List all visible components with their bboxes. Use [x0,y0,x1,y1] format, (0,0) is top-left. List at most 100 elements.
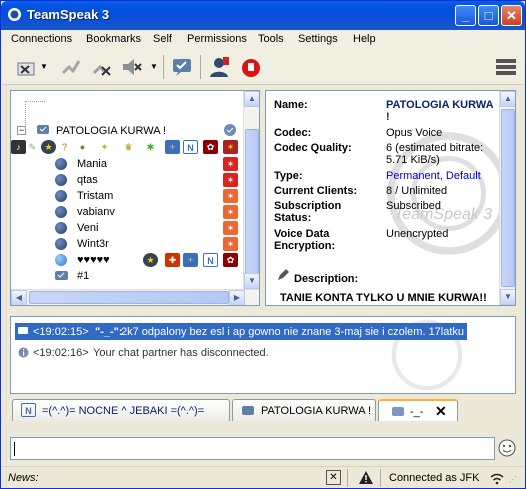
away-status-icon[interactable] [207,55,231,79]
scroll-up-icon[interactable]: ▲ [500,91,515,107]
client-row[interactable]: Veni ✶ [11,220,245,236]
client-rank-icon: ✚ [165,253,180,267]
menu-help[interactable]: Help [353,33,376,45]
tab-label: -_- [410,406,424,418]
client-row[interactable]: vabianv ✶ [11,204,245,220]
chat-message: <19:02:16> Your chat partner has disconn… [15,344,495,361]
channel-name[interactable]: PATOLOGIA KURWA ! [56,125,166,137]
menu-bar: Connections Bookmarks Self Permissions T… [2,30,524,49]
microphone-muted-icon[interactable] [239,55,263,79]
encryption-label: Voice Data Encryption: [274,228,336,252]
subscription-value: Subscribed [386,200,442,212]
description-text: TANIE KONTA TYLKO U MNIE KURWA!! [280,292,487,304]
codec-quality-label: Codec Quality: [274,142,352,154]
news-label: News: [8,472,39,484]
rank-icon: ● [79,142,86,152]
channel-chat-icon [242,406,254,415]
chat-input[interactable] [10,437,495,460]
client-status-icon [55,174,67,186]
rank-n-icon: N [183,140,198,154]
menu-connections[interactable]: Connections [11,33,72,45]
close-news-icon[interactable]: ✕ [326,470,341,485]
info-vertical-scrollbar[interactable]: ▲ ▼ [499,91,515,305]
tab-private-chat[interactable]: -_- ✕ [378,399,458,421]
client-status-icon [55,238,67,250]
teamspeak-logo-icon [8,8,21,21]
flag-sweden-icon: + [183,253,198,267]
menu-permissions[interactable]: Permissions [187,33,247,45]
chat-tabs: N =(^.^)= NOCNE ^ JEBAKI =(^.^)= PATOLOG… [10,397,516,423]
message-timestamp: <19:02:15> [33,326,89,338]
mute-dropdown-icon[interactable]: ▼ [150,62,158,71]
channel-default-icon [224,124,236,136]
client-row[interactable]: qtas ✶ [11,172,245,188]
edit-pen-icon [278,269,289,280]
channel-name-value: PATOLOGIA KURWA ! [386,99,494,123]
client-status-icon [55,158,67,170]
tab-server[interactable]: N =(^.^)= NOCNE ^ JEBAKI =(^.^)= [12,399,230,421]
emoticon-icon[interactable] [498,439,516,457]
client-row[interactable]: Tristam ✶ [11,188,245,204]
scroll-thumb[interactable] [29,291,229,304]
menu-bookmarks[interactable]: Bookmarks [86,33,141,45]
client-row[interactable]: #1 [11,268,245,284]
client-talking-icon [55,254,67,266]
current-clients-value: 8 / Unlimited [386,185,448,197]
tree-horizontal-scrollbar[interactable]: ◀ ▶ [11,289,259,305]
scroll-thumb[interactable] [245,129,259,277]
scroll-up-icon[interactable]: ▲ [244,91,259,107]
scroll-down-icon[interactable]: ▼ [500,289,515,305]
maximize-button[interactable]: □ [478,5,499,26]
tab-channel[interactable]: PATOLOGIA KURWA ! [232,399,376,421]
sub-channel-icon [55,271,68,280]
scroll-thumb[interactable] [501,109,515,287]
client-rank-icon: ✶ [223,237,238,251]
close-button[interactable]: ✕ [501,5,522,26]
chat-message-selected[interactable]: <19:02:15> "-_-": 2k7 odpalony bez esl i… [15,323,467,340]
layout-toggle-icon[interactable] [494,55,518,79]
server-icon: N [21,403,36,417]
client-name: vabianv [77,206,115,218]
text-cursor [14,442,15,456]
scroll-left-icon[interactable]: ◀ [11,290,27,305]
pen-icon: ✎ [28,142,37,152]
client-rank-icon: ★ [143,253,158,267]
menu-settings[interactable]: Settings [298,33,338,45]
client-rank-icon: ✿ [223,253,238,267]
connect-icon[interactable] [15,55,39,79]
client-row[interactable]: Mania ✶ [11,156,245,172]
mute-speakers-icon[interactable] [120,55,144,79]
collapse-toggle-icon[interactable]: − [17,126,26,135]
disconnect-icon[interactable] [90,55,114,79]
client-status-icon [55,206,67,218]
client-rank-icon: ✶ [223,157,238,171]
client-row[interactable]: ♥♥♥♥♥ ★ ✚ + N ✿ [11,252,245,268]
rank-icon: ✦ [100,142,109,152]
scroll-right-icon[interactable]: ▶ [229,290,245,305]
resize-grip-icon[interactable]: ⋰ [509,475,517,484]
title-bar[interactable]: TeamSpeak 3 _ □ ✕ [1,1,525,30]
connection-quality-icon[interactable] [489,471,505,485]
status-separator [347,469,348,487]
close-tab-icon[interactable]: ✕ [435,403,447,420]
chat-icon[interactable] [170,55,194,79]
connect-dropdown-icon[interactable]: ▼ [40,62,48,71]
toolbar-separator [163,55,164,79]
minimize-button[interactable]: _ [455,5,476,26]
encryption-value: Unencrypted [386,228,449,240]
toolbar: ▼ ▼ [2,49,524,85]
tree-vertical-scrollbar[interactable]: ▲ ▼ [243,91,259,289]
client-name: Mania [77,158,107,170]
message-timestamp: <19:02:16> [33,347,89,359]
client-name: ♥♥♥♥♥ [77,254,110,266]
client-status-icon [55,222,67,234]
rank-icon: ✿ [203,140,218,154]
warning-icon[interactable] [358,470,374,485]
rank-icon: ★ [41,140,56,154]
client-row[interactable]: Wint3r ✶ [11,236,245,252]
menu-tools[interactable]: Tools [258,33,284,45]
chat-log: <19:02:15> "-_-": 2k7 odpalony bez esl i… [10,316,516,394]
message-sender[interactable]: "-_-": [95,326,123,338]
scroll-down-icon[interactable]: ▼ [244,273,259,289]
menu-self[interactable]: Self [153,33,172,45]
